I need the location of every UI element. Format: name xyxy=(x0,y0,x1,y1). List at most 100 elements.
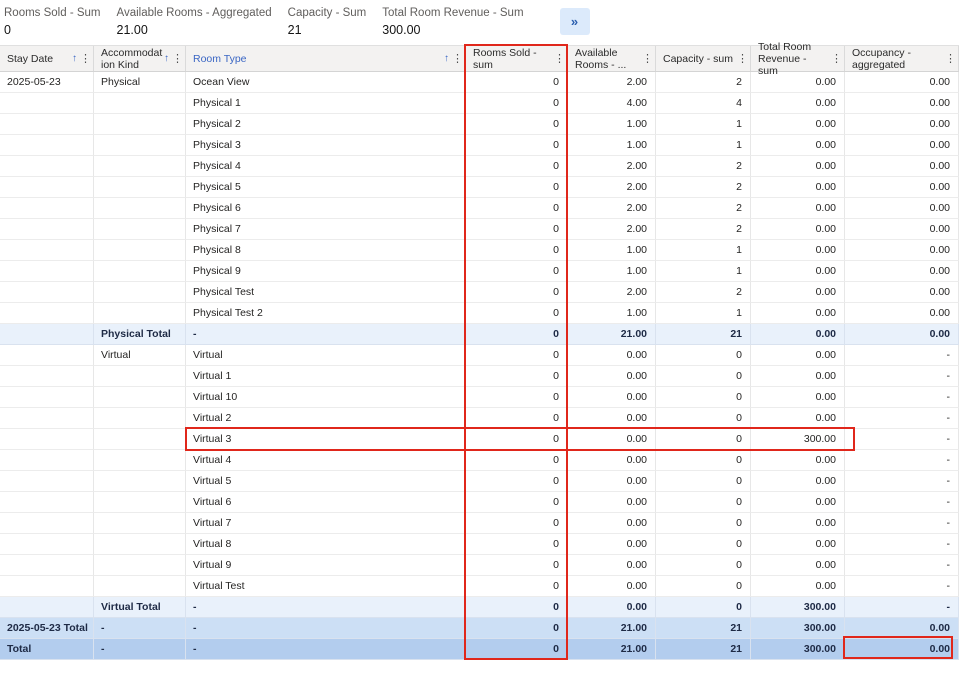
kebab-menu-icon[interactable]: ⋮ xyxy=(642,53,653,65)
metric-value: 21.00 xyxy=(117,23,272,37)
cell-sold: 0 xyxy=(466,366,568,387)
table-row[interactable]: Physical 801.0010.000.00 xyxy=(0,240,959,261)
kebab-menu-icon[interactable]: ⋮ xyxy=(737,53,748,65)
cell-date: 2025-05-23 Total xyxy=(0,618,94,639)
cell-date xyxy=(0,114,94,135)
table-row[interactable]: Virtual 900.0000.00- xyxy=(0,555,959,576)
cell-rev: 0.00 xyxy=(751,471,845,492)
cell-occ: - xyxy=(845,345,959,366)
column-label: Accommodation Kind xyxy=(101,47,163,71)
cell-room: Virtual 9 xyxy=(186,555,466,576)
table-row[interactable]: 2025-05-23PhysicalOcean View02.0020.000.… xyxy=(0,72,959,93)
table-row[interactable]: Virtual 200.0000.00- xyxy=(0,408,959,429)
table-row[interactable]: Physical 301.0010.000.00 xyxy=(0,135,959,156)
cell-date xyxy=(0,156,94,177)
cell-cap: 2 xyxy=(656,177,751,198)
table-row[interactable]: Virtual Test00.0000.00- xyxy=(0,576,959,597)
kebab-menu-icon[interactable]: ⋮ xyxy=(452,53,463,65)
column-header-room-type[interactable]: Room Type ↑ ⋮ xyxy=(186,46,466,71)
sort-asc-icon[interactable]: ↑ xyxy=(72,53,77,65)
table-row[interactable]: Physical 702.0020.000.00 xyxy=(0,219,959,240)
sort-asc-icon[interactable]: ↑ xyxy=(164,53,169,65)
cell-avail: 0.00 xyxy=(568,534,656,555)
cell-avail: 2.00 xyxy=(568,177,656,198)
table-row[interactable]: VirtualVirtual00.0000.00- xyxy=(0,345,959,366)
cell-rev: 0.00 xyxy=(751,450,845,471)
table-row[interactable]: Virtual 100.0000.00- xyxy=(0,366,959,387)
kebab-menu-icon[interactable]: ⋮ xyxy=(172,53,183,65)
table-row[interactable]: Physical 602.0020.000.00 xyxy=(0,198,959,219)
cell-sold: 0 xyxy=(466,303,568,324)
table-row[interactable]: Virtual 800.0000.00- xyxy=(0,534,959,555)
cell-occ: 0.00 xyxy=(845,240,959,261)
table-row[interactable]: Virtual Total-00.000300.00- xyxy=(0,597,959,618)
cell-room: - xyxy=(186,324,466,345)
cell-occ: - xyxy=(845,576,959,597)
cell-date xyxy=(0,345,94,366)
expand-button[interactable]: » xyxy=(560,8,590,35)
cell-date xyxy=(0,450,94,471)
table-row[interactable]: Virtual 1000.0000.00- xyxy=(0,387,959,408)
column-label: Capacity - sum xyxy=(663,53,735,65)
cell-avail: 1.00 xyxy=(568,261,656,282)
cell-occ: - xyxy=(845,513,959,534)
cell-occ: - xyxy=(845,471,959,492)
cell-date xyxy=(0,303,94,324)
cell-kind: - xyxy=(94,639,186,660)
cell-room: Physical Test xyxy=(186,282,466,303)
cell-occ: - xyxy=(845,597,959,618)
table-row[interactable]: Virtual 400.0000.00- xyxy=(0,450,959,471)
cell-cap: 0 xyxy=(656,492,751,513)
double-chevron-right-icon: » xyxy=(571,14,578,29)
cell-occ: 0.00 xyxy=(845,282,959,303)
column-header-total-room-revenue-sum[interactable]: Total Room Revenue - sum ⋮ xyxy=(751,46,845,71)
table-row[interactable]: Physical Test02.0020.000.00 xyxy=(0,282,959,303)
cell-date xyxy=(0,492,94,513)
cell-room: Physical Test 2 xyxy=(186,303,466,324)
cell-avail: 2.00 xyxy=(568,156,656,177)
table-row[interactable]: Virtual 500.0000.00- xyxy=(0,471,959,492)
column-header-occupancy-aggregated[interactable]: Occupancy - aggregated ⋮ xyxy=(845,46,959,71)
cell-avail: 0.00 xyxy=(568,513,656,534)
cell-rev: 0.00 xyxy=(751,135,845,156)
kebab-menu-icon[interactable]: ⋮ xyxy=(831,53,842,65)
cell-sold: 0 xyxy=(466,198,568,219)
metric-capacity: Capacity - Sum 21 xyxy=(288,7,367,37)
cell-rev: 0.00 xyxy=(751,114,845,135)
column-header-rooms-sold-sum[interactable]: Rooms Sold - sum ⋮ xyxy=(466,46,568,71)
cell-kind: - xyxy=(94,618,186,639)
table-row[interactable]: Physical 502.0020.000.00 xyxy=(0,177,959,198)
cell-date xyxy=(0,597,94,618)
kebab-menu-icon[interactable]: ⋮ xyxy=(945,53,956,65)
cell-rev: 0.00 xyxy=(751,576,845,597)
column-header-stay-date[interactable]: Stay Date ↑ ⋮ xyxy=(0,46,94,71)
cell-cap: 0 xyxy=(656,345,751,366)
table-row[interactable]: Physical 104.0040.000.00 xyxy=(0,93,959,114)
cell-kind xyxy=(94,387,186,408)
cell-date xyxy=(0,177,94,198)
cell-avail: 0.00 xyxy=(568,576,656,597)
cell-rev: 300.00 xyxy=(751,597,845,618)
sort-asc-icon[interactable]: ↑ xyxy=(444,53,449,65)
table-row[interactable]: Physical 201.0010.000.00 xyxy=(0,114,959,135)
cell-occ: - xyxy=(845,408,959,429)
table-row[interactable]: Virtual 600.0000.00- xyxy=(0,492,959,513)
table-row[interactable]: Total--021.0021300.000.00 xyxy=(0,639,959,660)
table-row[interactable]: Physical Total-021.00210.000.00 xyxy=(0,324,959,345)
summary-bar: Rooms Sold - Sum 0 Available Rooms - Agg… xyxy=(0,0,959,45)
kebab-menu-icon[interactable]: ⋮ xyxy=(554,53,565,65)
kebab-menu-icon[interactable]: ⋮ xyxy=(80,53,91,65)
table-row[interactable]: Virtual 700.0000.00- xyxy=(0,513,959,534)
cell-avail: 21.00 xyxy=(568,618,656,639)
column-header-available-rooms[interactable]: Available Rooms - ... ⋮ xyxy=(568,46,656,71)
column-header-accommodation-kind[interactable]: Accommodation Kind ↑ ⋮ xyxy=(94,46,186,71)
cell-rev: 0.00 xyxy=(751,513,845,534)
table-row[interactable]: Virtual 300.000300.00- xyxy=(0,429,959,450)
table-row[interactable]: Physical 901.0010.000.00 xyxy=(0,261,959,282)
column-header-capacity-sum[interactable]: Capacity - sum ⋮ xyxy=(656,46,751,71)
table-row[interactable]: 2025-05-23 Total--021.0021300.000.00 xyxy=(0,618,959,639)
table-row[interactable]: Physical 402.0020.000.00 xyxy=(0,156,959,177)
table-row[interactable]: Physical Test 201.0010.000.00 xyxy=(0,303,959,324)
cell-room: Virtual 10 xyxy=(186,387,466,408)
cell-room: Virtual 1 xyxy=(186,366,466,387)
